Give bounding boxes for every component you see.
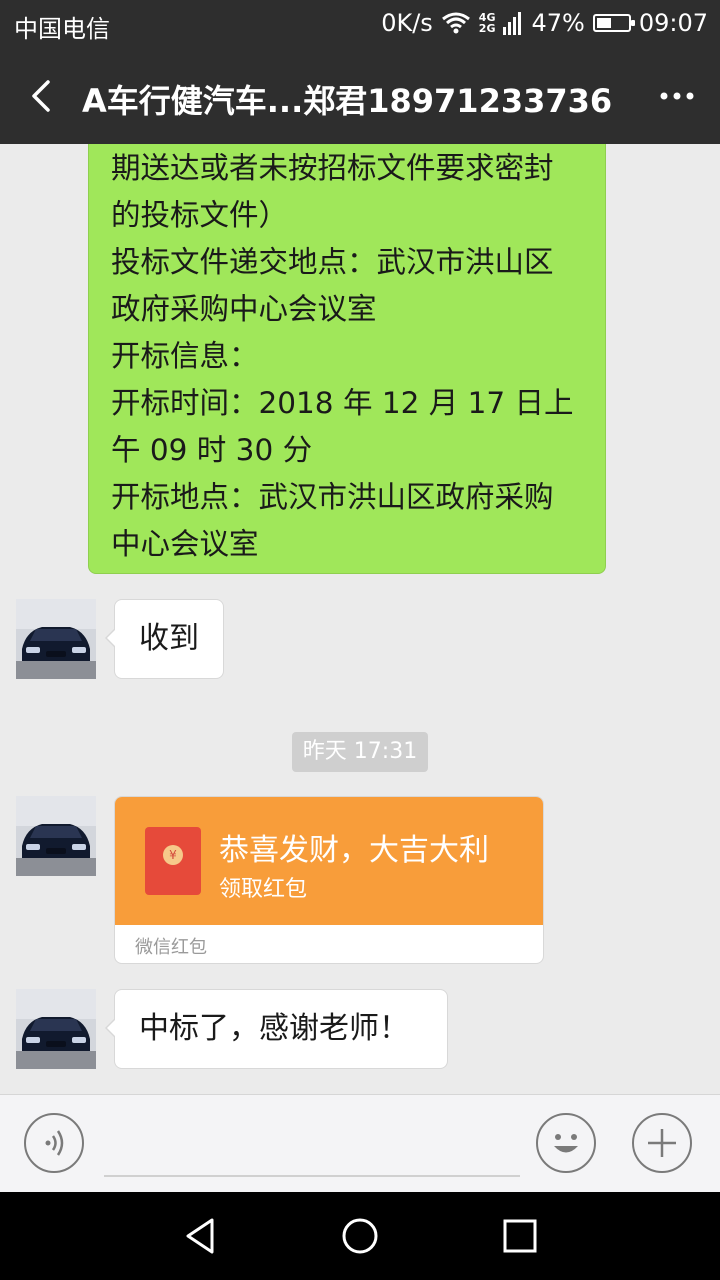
voice-button[interactable] — [24, 1113, 84, 1173]
message-line: 政府采购中心会议室 — [111, 292, 377, 326]
incoming-message-bubble[interactable]: 中标了，感谢老师！ — [105, 989, 448, 1069]
message-line: 开标信息： — [111, 339, 259, 373]
nav-back-button[interactable] — [174, 1210, 226, 1262]
timestamp-badge: 昨天 17:31 — [292, 732, 428, 772]
red-packet-card[interactable]: ¥ 恭喜发财，大吉大利 领取红包 微信红包 — [114, 796, 544, 964]
car-avatar-image — [16, 796, 96, 876]
nav-recents-button[interactable] — [494, 1210, 546, 1262]
chat-area[interactable]: 期送达或者未按招标文件要求密封 的投标文件） 投标文件递交地点：武汉市洪山区 政… — [0, 144, 720, 1094]
status-right: 0K/s 4G 2G 47% 09:07 — [381, 9, 708, 37]
red-packet-action: 领取红包 — [219, 877, 308, 902]
more-dots-icon — [660, 92, 694, 100]
voice-icon — [45, 1130, 64, 1156]
nav-recents-square-icon — [503, 1219, 537, 1253]
contact-avatar[interactable] — [16, 989, 96, 1069]
add-button[interactable] — [632, 1113, 692, 1173]
message-line: 投标文件递交地点：武汉市洪山区 — [111, 245, 554, 279]
back-arrow-icon — [32, 80, 50, 112]
contact-avatar[interactable] — [16, 796, 96, 876]
message-line: 期送达或者未按招标文件要求密封 — [111, 151, 554, 185]
network-speed: 0K/s — [381, 9, 433, 37]
contact-avatar[interactable] — [16, 599, 96, 679]
network-type: 4G 2G — [479, 12, 496, 34]
nav-back-triangle-icon — [186, 1218, 214, 1254]
back-button[interactable] — [22, 72, 66, 120]
message-text: 收到 — [139, 621, 199, 656]
emoji-button[interactable] — [536, 1113, 596, 1173]
nav-home-circle-icon — [342, 1218, 378, 1254]
plus-icon — [648, 1129, 676, 1157]
car-avatar-image — [16, 599, 96, 679]
emoji-icon — [554, 1134, 578, 1153]
status-bar: 中国电信 0K/s 4G 2G 47% 09:07 — [0, 0, 720, 48]
network-type-bottom: 2G — [478, 22, 496, 35]
red-envelope-icon: ¥ — [145, 827, 201, 895]
carrier-name: 中国电信 — [14, 15, 110, 43]
message-line: 中心会议室 — [111, 527, 259, 561]
message-line: 开标时间：2018 年 12 月 17 日上 — [111, 386, 574, 420]
message-line: 的投标文件） — [111, 198, 289, 232]
chat-title: A车行健汽车...郑君18971233736 — [82, 82, 613, 120]
navigation-bar — [0, 1192, 720, 1280]
battery-percent: 47% — [531, 9, 585, 37]
clock: 09:07 — [638, 9, 708, 37]
chat-header: A车行健汽车...郑君18971233736 — [0, 48, 720, 144]
yuan-seal-icon: ¥ — [163, 845, 183, 865]
signal-icon — [503, 12, 522, 35]
red-packet-body: ¥ 恭喜发财，大吉大利 领取红包 — [115, 797, 543, 925]
battery-fill — [596, 18, 611, 28]
red-packet-title: 恭喜发财，大吉大利 — [219, 833, 489, 868]
car-avatar-image — [16, 989, 96, 1069]
outgoing-message-bubble[interactable]: 期送达或者未按招标文件要求密封 的投标文件） 投标文件递交地点：武汉市洪山区 政… — [88, 144, 606, 574]
wifi-icon — [441, 12, 470, 34]
incoming-message-bubble[interactable]: 收到 — [105, 599, 224, 679]
input-underline — [104, 1175, 520, 1177]
red-packet-footer: 微信红包 — [135, 937, 207, 958]
message-line: 午 09 时 30 分 — [111, 433, 313, 467]
message-input[interactable] — [104, 1117, 524, 1175]
input-bar — [0, 1094, 720, 1192]
more-button[interactable] — [652, 72, 702, 120]
message-line: 开标地点：武汉市洪山区政府采购 — [111, 480, 554, 514]
nav-home-button[interactable] — [334, 1210, 386, 1262]
message-text: 中标了，感谢老师！ — [139, 1011, 409, 1046]
battery-icon — [592, 14, 635, 32]
